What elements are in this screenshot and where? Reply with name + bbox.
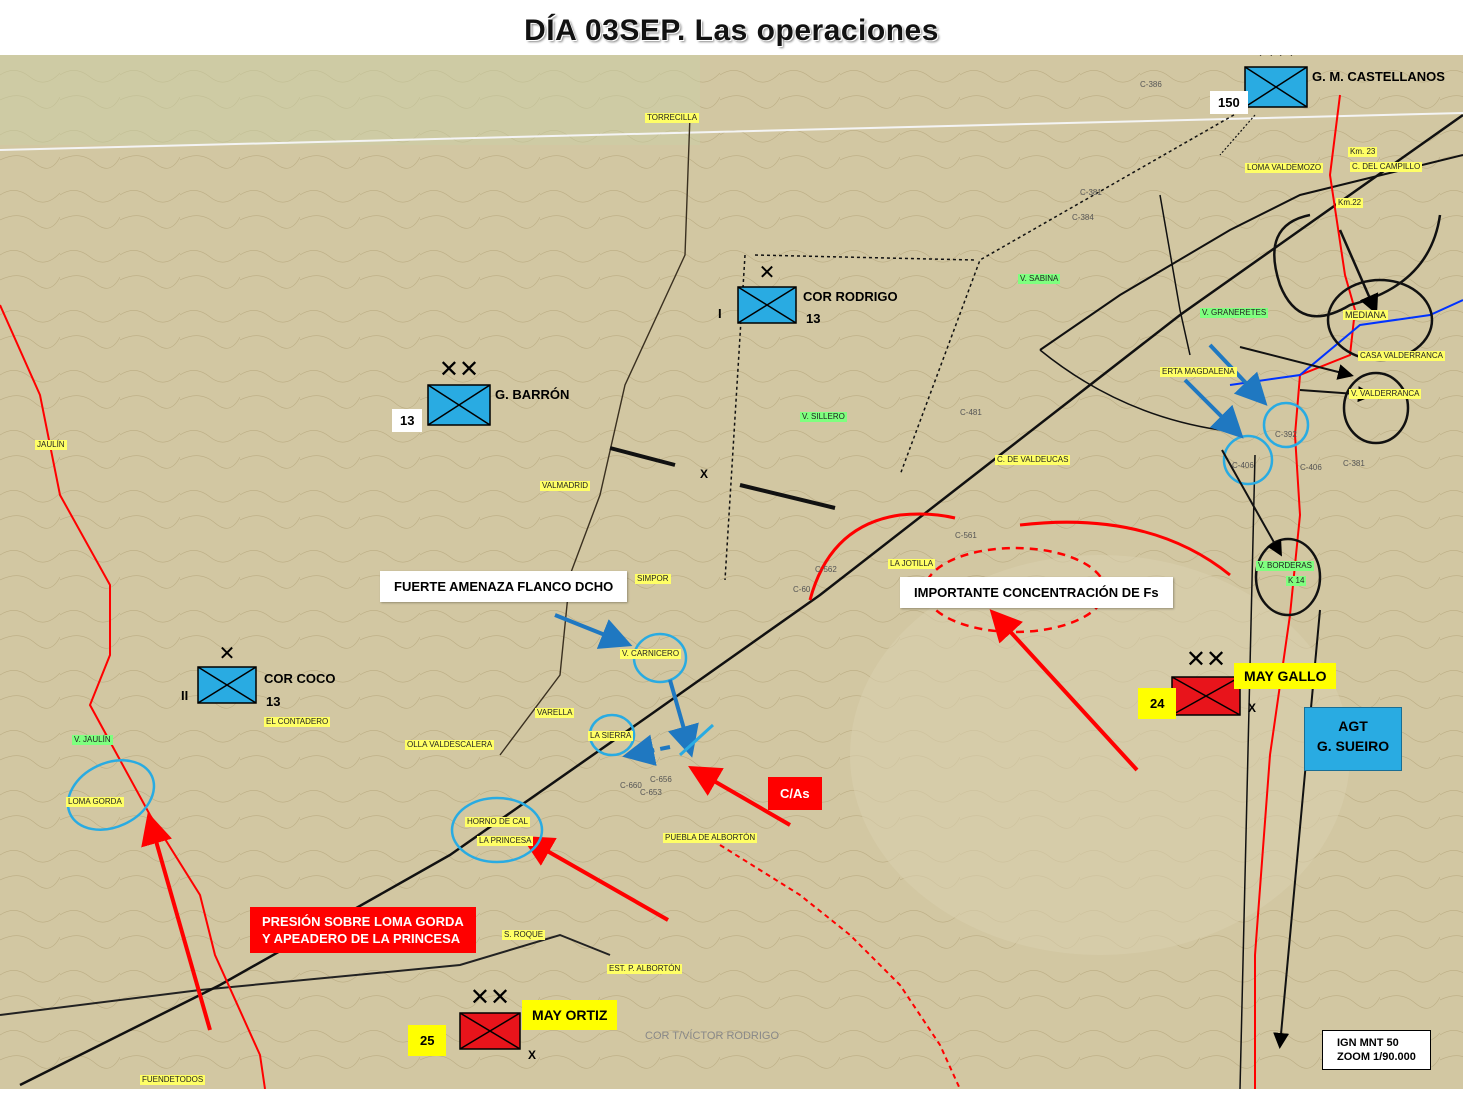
place-label: SIMPOR [635, 574, 671, 584]
place-label: C-656 [650, 775, 672, 784]
scale-line-1: IGN MNT 50 [1337, 1037, 1399, 1049]
svg-text:✕: ✕ [759, 262, 776, 284]
annotation-concentration: IMPORTANTE CONCENTRACIÓN DE Fs [900, 577, 1173, 608]
place-label: EST. P. ALBORTÓN [607, 964, 683, 974]
place-label: V. JAULÍN [72, 735, 113, 745]
pressure-line-2: Y APEADERO DE LA PRINCESA [262, 931, 461, 946]
place-label: C-660 [620, 781, 642, 790]
unit-number-castellanos: 150 [1210, 91, 1248, 114]
place-label: K 14 [1286, 576, 1307, 586]
place-label: VARELLA [535, 708, 575, 718]
annotation-cas: C/As [768, 777, 822, 810]
place-label: C. DEL CAMPILLO [1350, 162, 1423, 172]
place-label: C-392 [1275, 430, 1297, 439]
map-graphics: ✕✕ ✕ ✕✕ ✕ ✕✕ ✕✕ [0, 36, 1463, 1090]
unit-label-coco: COR COCO [264, 671, 336, 686]
place-label: LOMA VALDEMOZO [1245, 163, 1324, 173]
agt-line-1: AGT [1338, 718, 1368, 734]
place-label: V. GRANERETES [1200, 308, 1269, 318]
unit-prefix-coco: II [181, 688, 189, 703]
place-label: FUENDETODOS [140, 1075, 206, 1085]
place-label: V. CARNICERO [620, 649, 682, 659]
place-label: MEDIANA [1343, 310, 1389, 320]
place-label: Km. 23 [1348, 147, 1378, 157]
unit-label-barron: G. BARRÓN [495, 387, 570, 402]
unit-number-rodrigo: 13 [806, 311, 821, 326]
unit-number-ortiz: 25 [408, 1025, 447, 1056]
annotation-threat: FUERTE AMENAZA FLANCO DCHO [380, 571, 628, 602]
pressure-line-1: PRESIÓN SOBRE LOMA GORDA [262, 914, 464, 929]
unit-number-gallo: 24 [1138, 688, 1177, 719]
place-label: C. DE VALDEUCAS [995, 455, 1071, 465]
place-label: C-386 [1140, 80, 1162, 89]
scale-line-2: ZOOM 1/90.000 [1337, 1051, 1416, 1063]
svg-text:✕✕: ✕✕ [1186, 646, 1226, 673]
place-label: C-60 [793, 585, 811, 594]
place-label: V. SILLERO [800, 412, 847, 422]
place-label: VALMADRID [540, 481, 591, 491]
topographic-map[interactable]: ✕✕ ✕ ✕✕ ✕ ✕✕ ✕✕ G. M. CASTELLAN [0, 36, 1463, 1090]
place-label: COR T/VÍCTOR RODRIGO [645, 1030, 780, 1042]
place-label: LA JOTILLA [888, 559, 936, 569]
unit-label-gallo: MAY GALLO [1234, 663, 1337, 689]
agt-line-2: G. SUEIRO [1316, 738, 1390, 754]
map-title: DÍA 03SEP. Las operaciones [524, 14, 939, 47]
place-label: JAULÍN [35, 440, 67, 450]
unit-label-rodrigo: COR RODRIGO [803, 289, 898, 304]
place-label: V. SABINA [1018, 274, 1061, 284]
svg-text:✕: ✕ [219, 643, 236, 665]
place-label: C-562 [815, 565, 837, 574]
boundary-marker: X [700, 467, 709, 481]
svg-text:✕✕: ✕✕ [439, 356, 479, 383]
place-label: LA SIERRA [588, 731, 634, 741]
unit-size-ortiz: X [528, 1048, 537, 1062]
place-label: C-384 [1072, 213, 1094, 222]
place-label: LOMA GORDA [66, 797, 124, 807]
place-label: C-561 [955, 531, 977, 540]
place-label: OLLA VALDESCALERA [405, 740, 495, 750]
place-label: C-381 [1080, 188, 1102, 197]
annotation-pressure: PRESIÓN SOBRE LOMA GORDA Y APEADERO DE L… [250, 907, 476, 953]
place-label: C-653 [640, 788, 662, 797]
place-label: EL CONTADERO [264, 717, 331, 727]
unit-label-ortiz: MAY ORTIZ [522, 1000, 618, 1030]
place-label: ERTA MAGDALENA [1160, 367, 1237, 377]
place-label: HORNO DE CAL [465, 817, 530, 827]
place-label: S. ROQUE [502, 930, 546, 940]
place-label: C-481 [960, 408, 982, 417]
unit-number-barron: 13 [392, 409, 423, 432]
place-label: LA PRINCESA [477, 836, 534, 846]
place-label: PUEBLA DE ALBORTÓN [663, 833, 758, 843]
place-label: V. VALDERRANCA [1349, 389, 1422, 399]
unit-prefix-rodrigo: I [718, 306, 722, 321]
place-label: TORRECILLA [645, 113, 700, 123]
annotation-agt: AGT G. SUEIRO [1304, 707, 1402, 771]
place-label: Km.22 [1336, 198, 1364, 208]
place-label: C-406 [1232, 461, 1254, 470]
place-label: CASA VALDERRANCA [1358, 351, 1445, 361]
svg-text:✕✕: ✕✕ [1256, 55, 1296, 63]
place-label: C-381 [1343, 459, 1365, 468]
scale-box: IGN MNT 50 ZOOM 1/90.000 [1322, 1030, 1431, 1070]
place-label: C-406 [1300, 463, 1322, 472]
unit-size-gallo: X [1248, 701, 1257, 715]
svg-text:✕✕: ✕✕ [470, 984, 510, 1011]
unit-label-castellanos: G. M. CASTELLANOS [1312, 69, 1445, 84]
place-label: V. BORDERAS [1256, 561, 1314, 571]
unit-number-coco: 13 [266, 694, 281, 709]
